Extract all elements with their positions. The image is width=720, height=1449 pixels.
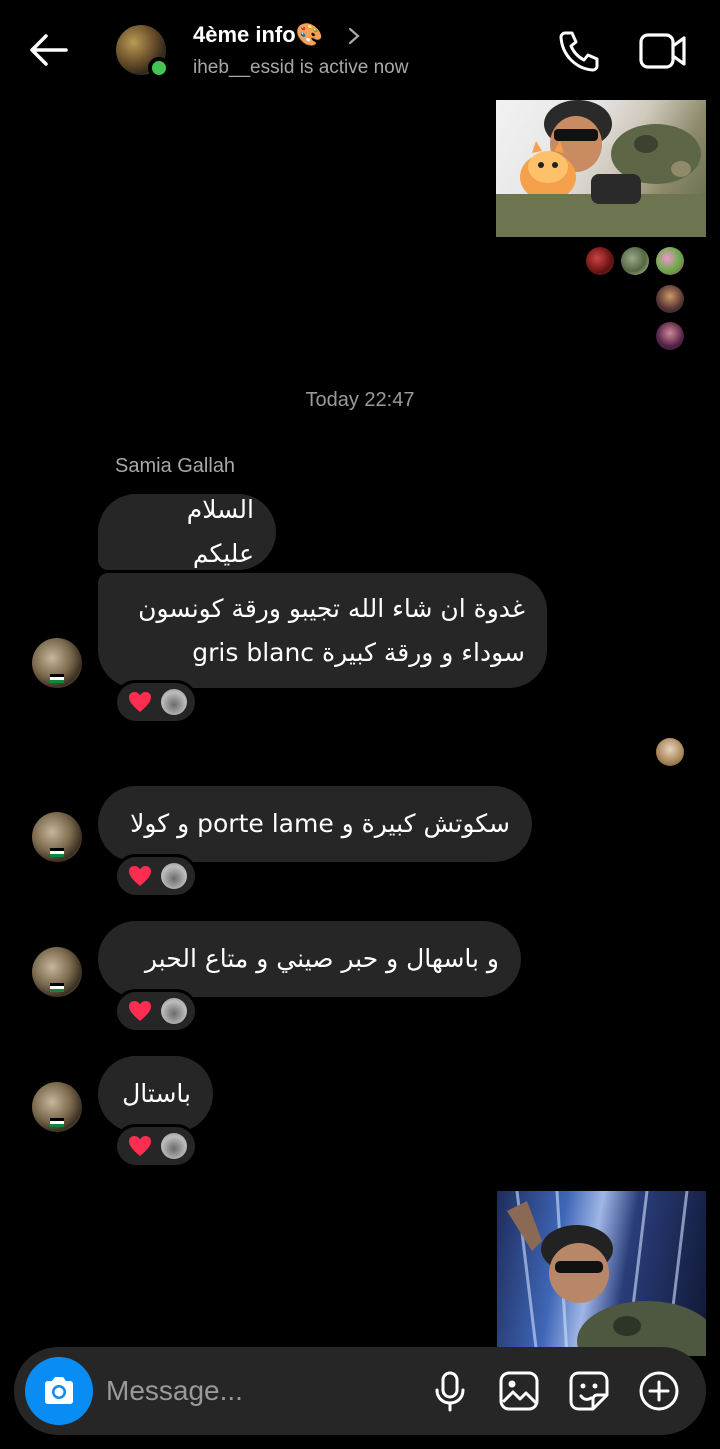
message-bubble[interactable]: غدوة ان شاء الله تجيبو ورقة كونسون سوداء…: [98, 573, 547, 688]
chat-header: 4ème info🎨 iheb__essid is active now: [0, 0, 720, 100]
seen-avatar: [621, 247, 649, 275]
online-indicator: [148, 57, 170, 79]
message-bubble[interactable]: السلام عليكم: [98, 494, 276, 570]
message-timestamp: Today 22:47: [305, 389, 415, 411]
flag-badge: [50, 983, 64, 992]
sticker-button[interactable]: [567, 1369, 611, 1413]
message-composer: [14, 1347, 706, 1435]
heart-icon: [129, 866, 151, 886]
sticker-image-bottom[interactable]: [497, 1191, 706, 1356]
chevron-right-icon[interactable]: [346, 26, 362, 46]
seen-avatar: [656, 738, 684, 766]
sticker-image-top[interactable]: [496, 99, 706, 237]
reactor-avatar: [161, 863, 187, 889]
reactor-avatar: [161, 1133, 187, 1159]
message-text: غدوة ان شاء الله تجيبو ورقة كونسون سوداء…: [138, 593, 525, 667]
message-text: و باسهال و حبر صيني و متاع الحبر: [144, 944, 499, 973]
message-text: سكوتش كبيرة و porte lame و كولا: [130, 809, 510, 838]
chat-title[interactable]: 4ème info🎨: [193, 22, 323, 48]
sender-avatar[interactable]: [32, 1082, 82, 1132]
message-text: السلام عليكم: [186, 495, 254, 568]
reactor-avatar: [161, 689, 187, 715]
gallery-button[interactable]: [497, 1369, 541, 1413]
flag-badge: [50, 848, 64, 857]
flag-badge: [50, 1118, 64, 1127]
message-bubble[interactable]: و باسهال و حبر صيني و متاع الحبر: [98, 921, 521, 997]
message-bubble[interactable]: سكوتش كبيرة و porte lame و كولا: [98, 786, 532, 862]
voice-message-button[interactable]: [428, 1369, 472, 1413]
reaction-badge[interactable]: [114, 680, 198, 724]
heart-icon: [129, 1001, 151, 1021]
sticker-illustration: [507, 1191, 706, 1356]
seen-avatar: [656, 322, 684, 350]
reaction-badge[interactable]: [114, 989, 198, 1033]
message-text: باستال: [122, 1079, 191, 1108]
camera-button[interactable]: [25, 1357, 93, 1425]
video-call-button[interactable]: [638, 30, 688, 72]
active-status: iheb__essid is active now: [193, 57, 409, 78]
heart-icon: [129, 692, 151, 712]
video-camera-icon: [639, 33, 686, 69]
chat-title-text: 4ème info: [193, 22, 296, 47]
seen-avatar: [586, 247, 614, 275]
camera-icon: [45, 1377, 73, 1404]
flag-badge: [50, 674, 64, 683]
message-input[interactable]: [106, 1365, 406, 1417]
phone-icon: [559, 31, 599, 72]
sender-avatar[interactable]: [32, 812, 82, 862]
seen-avatar: [656, 247, 684, 275]
heart-icon: [129, 1136, 151, 1156]
image-icon: [499, 1371, 539, 1411]
sender-name: Samia Gallah: [115, 455, 236, 477]
back-button[interactable]: [24, 28, 72, 76]
reaction-badge[interactable]: [114, 1124, 198, 1168]
reaction-badge[interactable]: [114, 854, 198, 898]
message-bubble[interactable]: باستال: [98, 1056, 213, 1132]
sticker-illustration: [496, 100, 706, 237]
plus-circle-icon: [639, 1371, 679, 1411]
voice-call-button[interactable]: [556, 28, 602, 74]
back-arrow-icon: [30, 34, 68, 66]
palette-emoji: 🎨: [295, 22, 324, 47]
seen-avatar: [656, 285, 684, 313]
sticker-icon: [569, 1371, 609, 1411]
more-options-button[interactable]: [637, 1369, 681, 1413]
reactor-avatar: [161, 998, 187, 1024]
sender-avatar[interactable]: [32, 638, 82, 688]
sender-avatar[interactable]: [32, 947, 82, 997]
microphone-icon: [435, 1371, 465, 1412]
